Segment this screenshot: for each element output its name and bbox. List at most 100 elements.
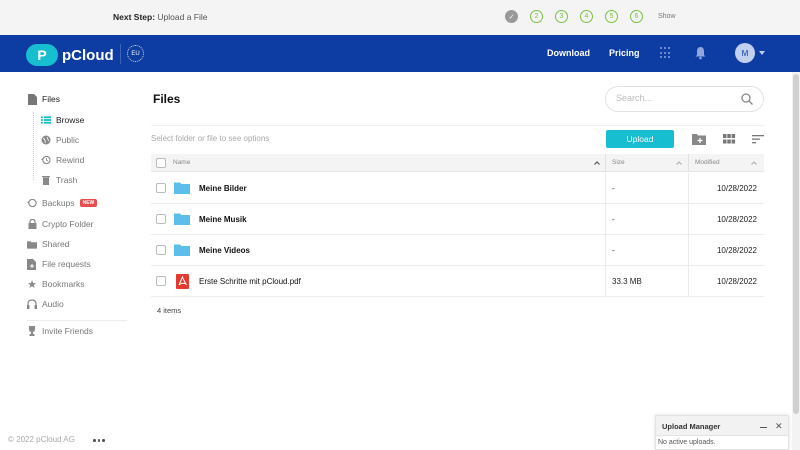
file-name[interactable]: Meine Bilder — [199, 184, 247, 193]
headphones-icon — [27, 299, 37, 309]
file-modified: 10/28/2022 — [716, 184, 757, 193]
row-checkbox[interactable] — [156, 276, 166, 286]
table-row[interactable]: Erste Schritte mit pCloud.pdf 33.3 MB 10… — [151, 266, 764, 297]
step-3[interactable]: 3 — [555, 10, 568, 23]
sidebar-item-label: Browse — [56, 115, 85, 125]
close-icon[interactable]: ✕ — [775, 422, 783, 431]
sort-icon[interactable] — [751, 133, 765, 145]
pricing-link[interactable]: Pricing — [609, 48, 640, 58]
sidebar-item-backups[interactable]: Backups NEW — [27, 196, 98, 210]
sidebar-item-trash[interactable]: Trash — [41, 173, 77, 187]
pdf-file-icon — [176, 274, 189, 289]
sidebar-item-files[interactable]: Files — [27, 92, 60, 106]
sidebar-item-crypto-folder[interactable]: Crypto Folder — [27, 217, 94, 231]
sidebar-item-file-requests[interactable]: File requests — [27, 257, 91, 271]
sidebar-item-invite-friends[interactable]: Invite Friends — [27, 324, 93, 338]
column-header-name[interactable]: Name — [173, 159, 190, 166]
lock-icon — [27, 219, 37, 229]
search-box[interactable] — [605, 86, 764, 112]
upload-manager-panel: Upload Manager ✕ No active uploads. — [655, 415, 789, 450]
shared-folder-icon — [27, 239, 37, 249]
sidebar-item-label: Invite Friends — [42, 326, 94, 336]
column-divider — [688, 154, 689, 172]
rewind-clock-icon — [41, 155, 51, 165]
trophy-icon — [27, 326, 37, 336]
sidebar-item-label: Public — [56, 135, 80, 145]
user-avatar[interactable]: M — [735, 43, 755, 63]
apps-grid-icon[interactable] — [660, 47, 672, 59]
search-icon[interactable] — [741, 93, 753, 105]
search-input[interactable] — [616, 93, 736, 103]
table-row[interactable]: Meine Musik - 10/28/2022 — [151, 204, 764, 235]
pcloud-logo-icon: P — [26, 44, 58, 66]
column-divider — [688, 204, 689, 235]
name-sort-chevron-up-icon[interactable] — [594, 160, 600, 166]
table-row[interactable]: Meine Videos - 10/28/2022 — [151, 235, 764, 266]
file-name[interactable]: Meine Musik — [199, 215, 247, 224]
sidebar-item-public[interactable]: Public — [41, 133, 79, 147]
file-icon — [27, 93, 37, 105]
folder-icon — [174, 182, 190, 194]
row-checkbox[interactable] — [156, 245, 166, 255]
step-4[interactable]: 4 — [580, 10, 593, 23]
upload-status: No active uploads. — [658, 439, 716, 446]
sidebar-divider — [27, 320, 127, 321]
column-header-size[interactable]: Size — [612, 159, 625, 166]
show-steps-link[interactable]: Show — [658, 13, 676, 20]
step-6[interactable]: 6 — [630, 10, 643, 23]
page-scrollbar[interactable] — [792, 72, 800, 450]
sidebar-item-label: Rewind — [56, 155, 85, 165]
table-row[interactable]: Meine Bilder - 10/28/2022 — [151, 173, 764, 204]
avatar-chevron-down-icon[interactable] — [759, 51, 765, 55]
minimize-icon[interactable] — [760, 427, 767, 428]
new-folder-icon[interactable] — [692, 133, 706, 145]
sidebar-item-shared[interactable]: Shared — [27, 237, 69, 251]
upload-manager-title: Upload Manager — [662, 422, 721, 431]
more-options-icon[interactable] — [93, 439, 105, 442]
sidebar-item-label: Trash — [56, 175, 78, 185]
size-sort-chevron-up-icon[interactable] — [676, 160, 682, 166]
download-link[interactable]: Download — [547, 48, 590, 58]
selection-hint: Select folder or file to see options — [151, 134, 270, 143]
backup-icon — [27, 198, 37, 208]
pcloud-logo[interactable]: P pCloud — [26, 44, 114, 66]
column-divider — [605, 204, 606, 235]
file-size: - — [612, 215, 615, 224]
file-modified: 10/28/2022 — [716, 246, 757, 255]
sidebar-item-audio[interactable]: Audio — [27, 297, 64, 311]
modified-sort-chevron-up-icon[interactable] — [751, 160, 757, 166]
file-name[interactable]: Erste Schritte mit pCloud.pdf — [199, 277, 301, 286]
file-name[interactable]: Meine Videos — [199, 246, 250, 255]
row-checkbox[interactable] — [156, 214, 166, 224]
upload-button[interactable]: Upload — [606, 130, 674, 148]
globe-icon — [41, 135, 51, 145]
toolbar-divider — [151, 125, 764, 126]
sidebar-item-browse[interactable]: Browse — [41, 113, 84, 127]
column-header-modified[interactable]: Modified — [695, 159, 720, 166]
grid-view-icon[interactable] — [722, 133, 736, 145]
column-divider — [688, 173, 689, 204]
sidebar-item-label: Files — [42, 94, 60, 104]
sidebar-item-label: File requests — [42, 259, 91, 269]
upload-manager-header[interactable]: Upload Manager ✕ — [656, 416, 788, 436]
notifications-bell-icon[interactable] — [694, 46, 707, 60]
step-5[interactable]: 5 — [605, 10, 618, 23]
star-icon: ★ — [27, 278, 37, 291]
file-size: 33.3 MB — [612, 277, 642, 286]
step-2[interactable]: 2 — [530, 10, 543, 23]
file-size: - — [612, 184, 615, 193]
sidebar-item-label: Backups — [42, 198, 75, 208]
new-badge: NEW — [79, 199, 98, 207]
file-request-icon — [27, 258, 37, 270]
sidebar-item-rewind[interactable]: Rewind — [41, 153, 84, 167]
row-checkbox[interactable] — [156, 183, 166, 193]
file-size: - — [612, 246, 615, 255]
top-header: P pCloud EU Download Pricing M — [0, 35, 800, 72]
scrollbar-thumb[interactable] — [793, 74, 799, 414]
select-all-checkbox[interactable] — [156, 158, 166, 168]
file-modified: 10/28/2022 — [716, 215, 757, 224]
column-divider — [605, 154, 606, 172]
next-step-label: Next Step: Upload a File — [113, 12, 208, 22]
sidebar-item-label: Audio — [42, 299, 64, 309]
sidebar-item-bookmarks[interactable]: ★ Bookmarks — [27, 277, 84, 291]
